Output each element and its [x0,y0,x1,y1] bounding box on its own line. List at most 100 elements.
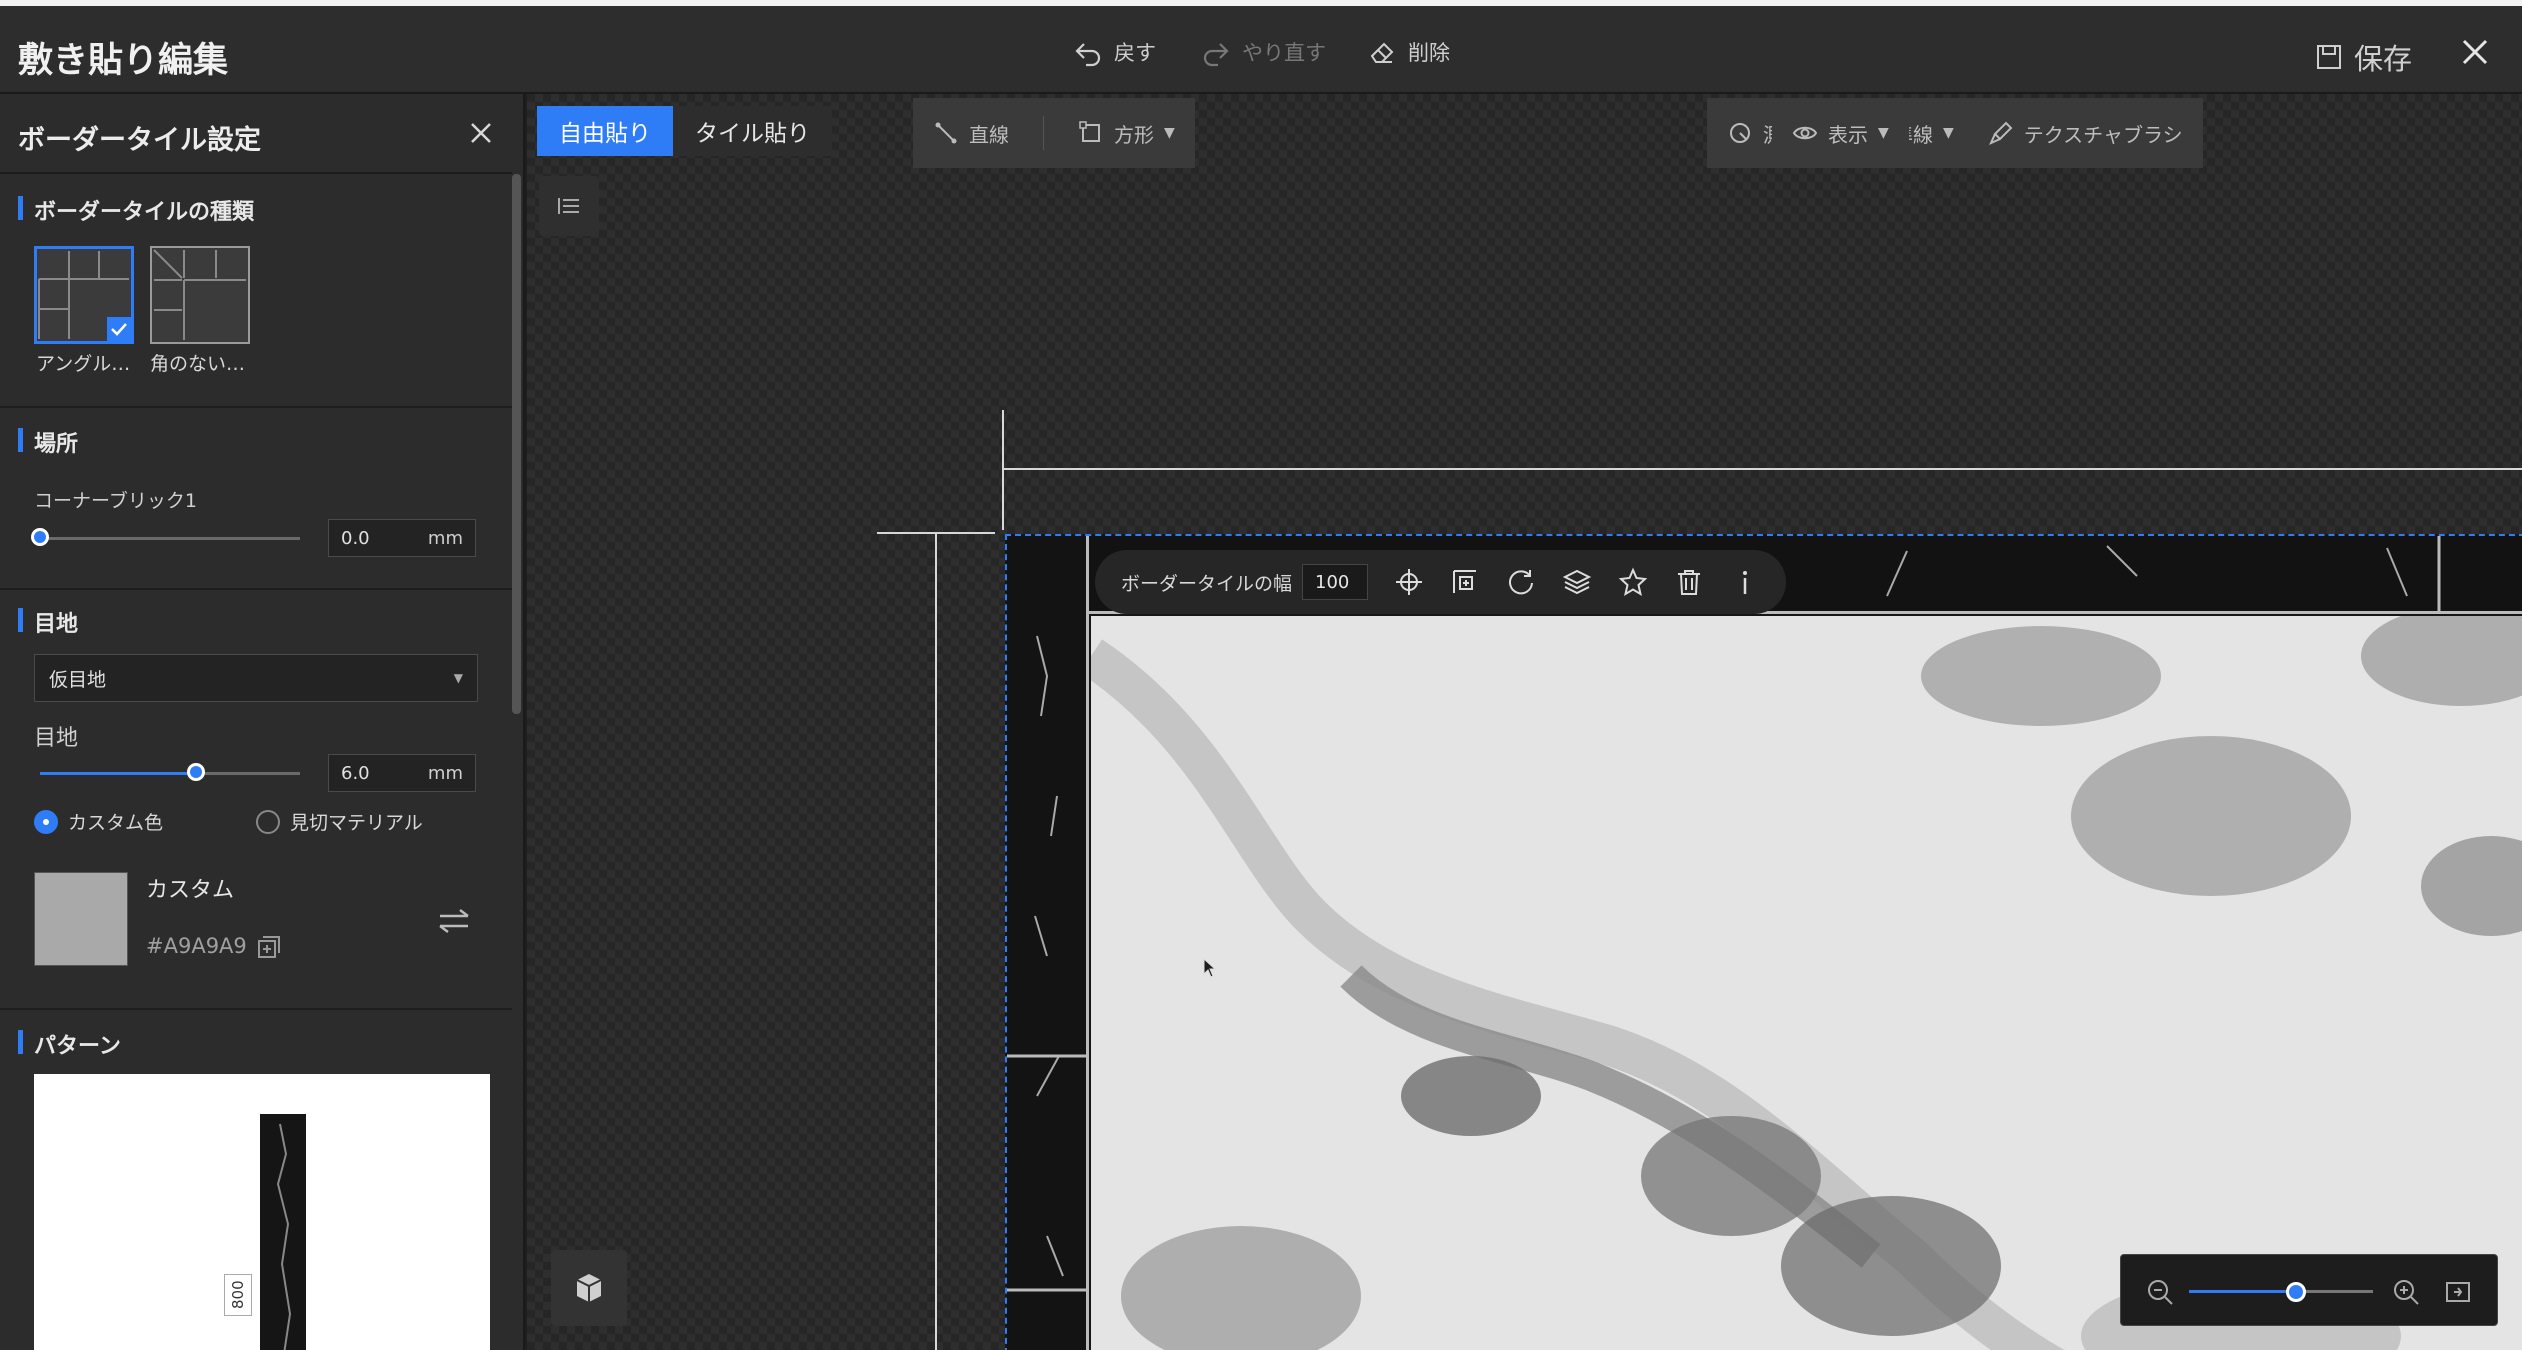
location-heading: 場所 [18,426,78,458]
chevron-down-icon: ▼ [1878,125,1889,141]
divider [0,1008,512,1010]
color-swatch[interactable] [34,872,128,966]
3d-view-button[interactable] [551,1250,627,1326]
joint-label: 目地 [34,726,79,751]
line-tool-label: 直線 [969,122,1009,147]
joint-slider-thumb[interactable] [187,763,205,781]
joint-slider-fill [40,772,196,775]
corner-unit: mm [427,527,463,549]
joint-heading: 目地 [18,606,78,638]
undo-label: 戻す [1114,41,1156,65]
delete-label: 削除 [1408,41,1450,65]
tile-placement-area[interactable] [1005,534,2522,1350]
rect-icon [1079,121,1100,142]
joint-unit: mm [427,762,463,784]
swap-icon[interactable] [436,906,472,936]
border-width-label: ボーダータイルの幅 [1121,572,1293,595]
tab-tile-placement[interactable]: タイル貼り [673,106,832,156]
panel-close-icon[interactable] [466,118,496,148]
eraser-icon [1370,42,1394,63]
line-tool[interactable]: 直線 [933,119,1009,148]
mouse-cursor [1203,958,1217,978]
zoom-out-icon[interactable] [2145,1277,2175,1307]
redo-icon [1203,43,1229,67]
view-tool-label: 表示 [1828,122,1868,147]
zoom-in-icon[interactable] [2391,1277,2421,1307]
view-tools-group: 表示 ▼ [1772,98,1909,168]
corner-value: 0.0 [341,527,370,549]
rotate-icon[interactable] [1506,567,1536,597]
editing-canvas[interactable]: 自由貼り タイル貼り 直線 方形 ▼ 測定 基準線 ▼ テクスチャブラシ [527,94,2522,1350]
radio-trim-material[interactable]: 見切マテリアル [256,808,423,835]
divider [0,406,512,408]
layers-icon[interactable] [1562,567,1592,597]
panel-header: ボーダータイル設定 [0,94,512,174]
color-name: カスタム [146,878,235,903]
pattern-tile-strip [260,1114,306,1350]
chevron-down-icon: ▼ [1943,125,1954,141]
trash-icon[interactable] [1674,567,1704,597]
panel-scrollbar[interactable] [512,174,521,714]
fit-icon[interactable] [2443,1277,2473,1307]
list-icon [558,198,579,214]
chevron-down-icon: ▼ [453,671,463,685]
mode-tabs: 自由貼り タイル貼り [537,106,832,156]
tile-type-cornerless[interactable] [150,246,250,344]
border-width-input[interactable]: 100 [1302,564,1369,600]
joint-type-select[interactable]: 仮目地 ▼ [34,654,478,702]
line-icon [935,122,957,144]
pattern-dimension-label: 800 [224,1274,252,1316]
texture-brush-tool[interactable]: テクスチャブラシ [1988,119,2183,148]
corner-slider-track[interactable] [40,537,300,540]
undo-icon [1075,43,1101,67]
top-bar: 敷き貼り編集 戻す やり直す 削除 保存 [0,0,2522,94]
tile-floating-toolbar: ボーダータイルの幅 100 [1095,550,1787,614]
save-label: 保存 [2354,42,2413,76]
cube-icon [576,1274,602,1302]
pattern-heading: パターン [18,1028,121,1060]
chevron-down-icon: ▼ [1164,125,1175,141]
joint-value-input[interactable]: 6.0 mm [328,754,476,792]
redo-button[interactable]: やり直す [1200,36,1326,68]
layer-list-button[interactable] [539,176,599,236]
undo-button[interactable]: 戻す [1072,36,1156,68]
marble-tile [1079,606,2522,1350]
eye-icon [1792,126,1818,140]
corner-slider-thumb[interactable] [31,528,49,546]
zoom-slider-thumb[interactable] [2285,1282,2306,1302]
tool-separator [1043,116,1044,150]
view-tool[interactable]: 表示 ▼ [1792,119,1889,148]
radio-material-label: 見切マテリアル [290,812,423,834]
tile-type-cornerless-label: 角のない… [150,353,246,375]
save-icon [2317,45,2341,69]
measure-icon [1730,123,1750,143]
color-hex: #A9A9A9 [146,934,247,958]
guide-line [935,534,937,1350]
info-icon[interactable] [1730,567,1760,597]
panel-title: ボーダータイル設定 [18,125,261,156]
star-icon[interactable] [1618,567,1648,597]
pattern-preview: 800 [34,1074,490,1350]
border-tile-settings-panel: ボーダータイル設定 ボーダータイルの種類 アングル… 角のない… 場所 コーナー… [0,94,525,1350]
zoom-slider-fill [2189,1290,2296,1293]
radio-custom-color[interactable]: カスタム色 [34,808,163,835]
delete-button[interactable]: 削除 [1366,36,1450,68]
close-icon[interactable] [2455,32,2495,72]
brush-icon [1988,121,2013,145]
guide-line [1003,468,2522,470]
corner-value-input[interactable]: 0.0 mm [328,519,476,557]
tab-free-placement[interactable]: 自由貼り [537,106,673,156]
border-tile-left [1007,536,1089,1350]
copy-icon[interactable] [256,934,282,960]
radio-dot [34,809,58,834]
radio-custom-label: カスタム色 [68,812,164,834]
layout-add-icon[interactable] [1450,567,1480,597]
rect-tool-label: 方形 [1114,122,1154,147]
cornerless-tile-icon [153,249,246,340]
guide-line [1002,410,1004,530]
tile-type-angle[interactable] [34,246,134,344]
divider [0,588,512,590]
rect-tool[interactable]: 方形 ▼ [1078,119,1175,148]
target-icon[interactable] [1394,567,1424,597]
save-button[interactable]: 保存 [2314,36,2412,78]
